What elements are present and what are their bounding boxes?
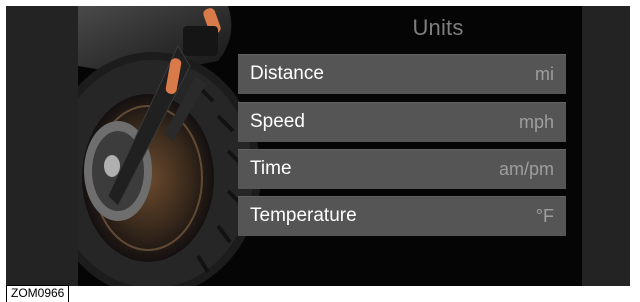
motorcycle-rear-wheel-image	[78, 6, 298, 286]
speed-unit-row[interactable]: Speed mph	[238, 102, 566, 142]
display-bezel: Units Distance mi Speed mph Time am/pm T…	[6, 6, 630, 286]
temperature-unit-value: °F	[535, 205, 554, 226]
distance-unit-row[interactable]: Distance mi	[238, 54, 566, 94]
time-format-row[interactable]: Time am/pm	[238, 149, 566, 189]
speed-label: Speed	[250, 111, 305, 132]
time-label: Time	[250, 158, 292, 179]
distance-unit-value: mi	[535, 63, 554, 84]
temperature-unit-row[interactable]: Temperature °F	[238, 196, 566, 236]
figure-code: ZOM0966	[6, 285, 70, 302]
screen-title: Units	[412, 15, 464, 40]
speed-unit-value: mph	[518, 111, 554, 132]
time-format-value: am/pm	[498, 158, 554, 179]
distance-label: Distance	[250, 63, 324, 84]
temperature-label: Temperature	[250, 205, 357, 226]
instrument-display: Units Distance mi Speed mph Time am/pm T…	[78, 6, 582, 286]
